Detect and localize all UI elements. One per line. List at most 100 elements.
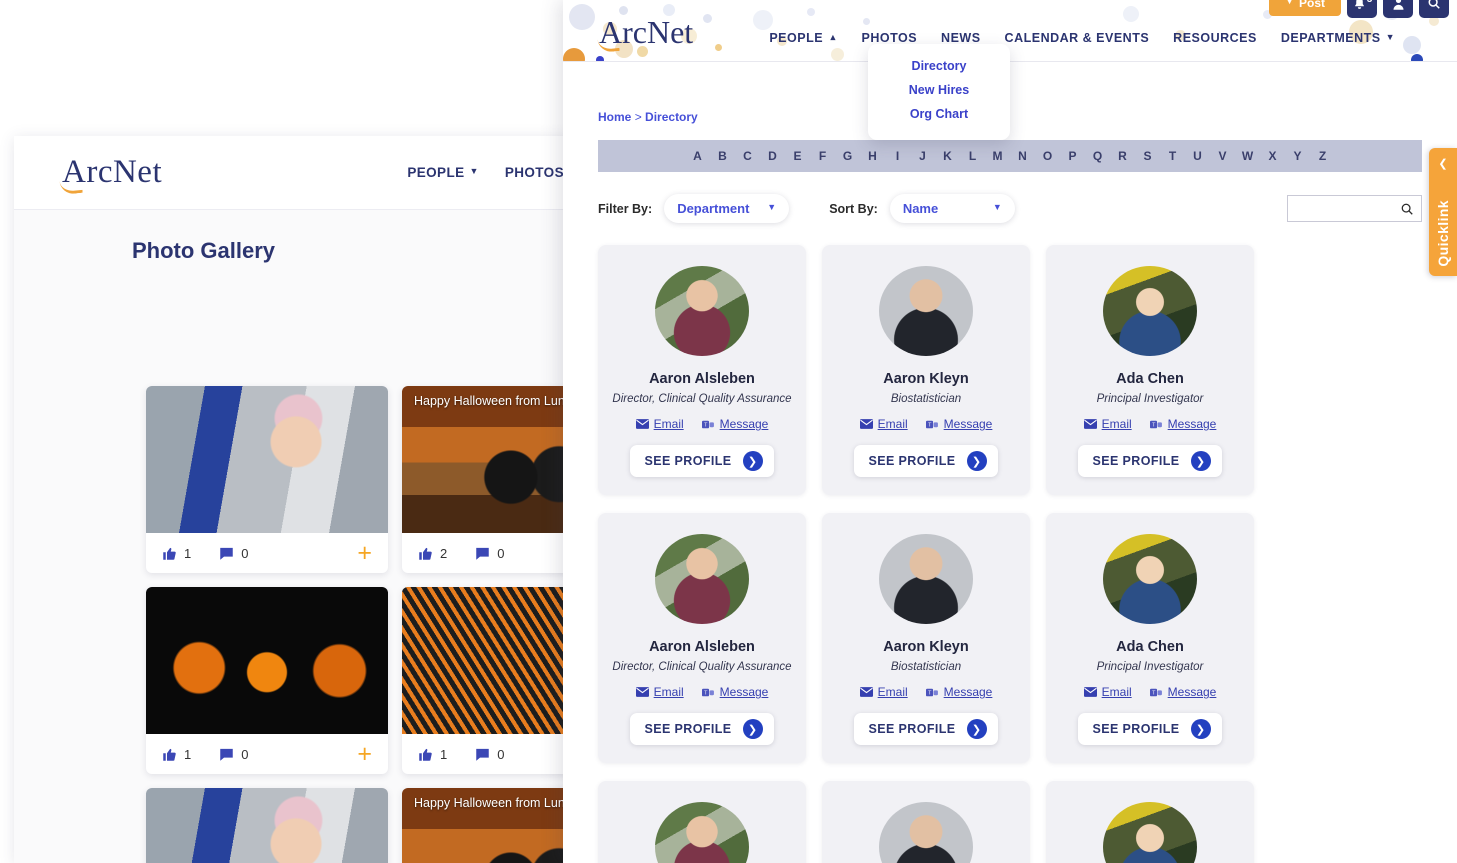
alpha-r[interactable]: R [1110,149,1135,163]
alpha-j[interactable]: J [910,149,935,163]
see-profile-button[interactable]: SEE PROFILE ❯ [1078,445,1222,477]
person-card[interactable]: Aaron Kleyn Biostatistician Email T Mess… [822,513,1030,763]
gallery-card[interactable]: Happy Halloween from Luna ... 2 0 [402,386,574,573]
comment-counter[interactable]: 0 [219,546,248,561]
message-link[interactable]: T Message [925,685,992,699]
alpha-z[interactable]: Z [1310,149,1335,163]
brand-logo[interactable]: ArcNet [597,14,693,54]
gallery-card[interactable]: 1 0 [402,587,574,774]
see-profile-button[interactable]: SEE PROFILE ❯ [1078,713,1222,745]
nav-item-departments[interactable]: DEPARTMENTS ▼ [1281,31,1395,45]
like-counter[interactable]: 1 [162,747,191,762]
user-profile-button[interactable] [1383,0,1413,18]
dropdown-item-new-hires[interactable]: New Hires [868,78,1010,102]
search-button[interactable] [1419,0,1449,18]
email-link[interactable]: Email [635,417,684,431]
notifications-button[interactable]: 5 [1347,0,1377,18]
post-button[interactable]: ▼ Post [1269,0,1341,16]
person-card[interactable]: Aaron Alsleben Director, Clinical Qualit… [598,513,806,763]
gallery-photo[interactable] [146,386,388,533]
comment-counter[interactable]: 0 [219,747,248,762]
dropdown-item-directory[interactable]: Directory [868,54,1010,78]
alpha-e[interactable]: E [785,149,810,163]
message-link[interactable]: T Message [701,685,768,699]
gallery-card[interactable]: 1 0 + [146,587,388,774]
person-card[interactable]: Ada Chen Principal Investigator Email T … [1046,513,1254,763]
alpha-b[interactable]: B [710,149,735,163]
nav-item-resources[interactable]: RESOURCES [1173,31,1257,45]
sort-by-select[interactable]: Name ▼ [889,194,1015,223]
like-counter[interactable]: 1 [418,747,447,762]
alpha-t[interactable]: T [1160,149,1185,163]
gallery-photo[interactable]: Happy Halloween from Luna ... [402,386,574,533]
search-icon[interactable] [1400,202,1414,216]
alpha-u[interactable]: U [1185,149,1210,163]
like-counter[interactable]: 2 [418,546,447,561]
gallery-card[interactable]: Happy Halloween from Luna ... 2 0 [402,788,574,863]
message-link[interactable]: T Message [1149,417,1216,431]
search-input[interactable] [1295,201,1400,216]
gallery-photo[interactable] [146,587,388,734]
gallery-photo[interactable] [146,788,388,863]
gallery-photo[interactable] [402,587,574,734]
add-photo-icon[interactable]: + [357,741,372,767]
filter-by-select[interactable]: Department ▼ [664,194,790,223]
alpha-v[interactable]: V [1210,149,1235,163]
add-photo-icon[interactable]: + [357,540,372,566]
people-dropdown-menu[interactable]: Directory New Hires Org Chart [868,44,1010,140]
bg-nav-item-people[interactable]: PEOPLE ▼ [407,165,478,180]
alpha-x[interactable]: X [1260,149,1285,163]
comment-counter[interactable]: 0 [475,546,504,561]
person-card[interactable]: Ada Chen Principal Investigator Email T … [1046,245,1254,495]
bg-nav-item-photos[interactable]: PHOTOS [505,165,564,180]
email-link[interactable]: Email [1083,685,1132,699]
alpha-s[interactable]: S [1135,149,1160,163]
message-link[interactable]: T Message [925,417,992,431]
person-card[interactable]: Ada Chen Principal Investigator Email T … [1046,781,1254,863]
nav-item-news[interactable]: NEWS [941,31,981,45]
alpha-l[interactable]: L [960,149,985,163]
alpha-q[interactable]: Q [1085,149,1110,163]
alpha-w[interactable]: W [1235,149,1260,163]
alpha-i[interactable]: I [885,149,910,163]
see-profile-button[interactable]: SEE PROFILE ❯ [854,713,998,745]
alpha-d[interactable]: D [760,149,785,163]
like-counter[interactable]: 1 [162,546,191,561]
email-link[interactable]: Email [859,417,908,431]
dropdown-item-org-chart[interactable]: Org Chart [868,102,1010,126]
alpha-f[interactable]: F [810,149,835,163]
alpha-h[interactable]: H [860,149,885,163]
person-card[interactable]: Aaron Kleyn Biostatistician Email T Mess… [822,245,1030,495]
directory-window[interactable]: ArcNet ▼ Post 5 [563,0,1457,863]
person-card[interactable]: Aaron Kleyn Biostatistician Email T Mess… [822,781,1030,863]
alpha-n[interactable]: N [1010,149,1035,163]
background-brand-logo[interactable]: ArcNet [59,154,162,196]
alpha-y[interactable]: Y [1285,149,1310,163]
alpha-o[interactable]: O [1035,149,1060,163]
directory-search[interactable] [1287,195,1422,222]
alpha-g[interactable]: G [835,149,860,163]
person-card[interactable]: Aaron Alsleben Director, Clinical Qualit… [598,781,806,863]
quicklink-tab[interactable]: ❮ Quicklink [1429,148,1457,276]
alpha-k[interactable]: K [935,149,960,163]
email-link[interactable]: Email [859,685,908,699]
background-photo-gallery-window[interactable]: ArcNet PEOPLE ▼ PHOTOS Photo Gallery 1 0… [14,136,574,863]
person-card[interactable]: Aaron Alsleben Director, Clinical Qualit… [598,245,806,495]
breadcrumb-home[interactable]: Home [598,110,631,124]
see-profile-button[interactable]: SEE PROFILE ❯ [630,445,774,477]
gallery-photo[interactable]: Happy Halloween from Luna ... [402,788,574,863]
gallery-card[interactable]: 1 0 + [146,386,388,573]
alpha-m[interactable]: M [985,149,1010,163]
see-profile-button[interactable]: SEE PROFILE ❯ [854,445,998,477]
alpha-a[interactable]: A [685,149,710,163]
nav-item-photos[interactable]: PHOTOS [861,31,917,45]
alpha-c[interactable]: C [735,149,760,163]
email-link[interactable]: Email [1083,417,1132,431]
message-link[interactable]: T Message [1149,685,1216,699]
see-profile-button[interactable]: SEE PROFILE ❯ [630,713,774,745]
email-link[interactable]: Email [635,685,684,699]
message-link[interactable]: T Message [701,417,768,431]
alpha-p[interactable]: P [1060,149,1085,163]
comment-counter[interactable]: 0 [475,747,504,762]
nav-item-calendar-events[interactable]: CALENDAR & EVENTS [1005,31,1150,45]
